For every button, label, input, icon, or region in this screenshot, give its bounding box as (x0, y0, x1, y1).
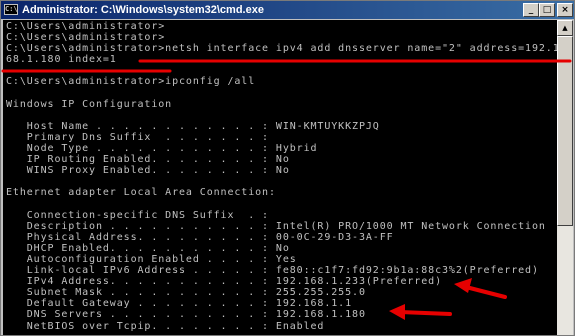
close-button[interactable]: × (557, 3, 573, 17)
console-line: Windows IP Configuration (6, 98, 173, 110)
console-line-ipv4-address: IPv4 Address. . . . . . . . . . . : 192.… (6, 276, 442, 288)
console-line: C:\Users\administrator> (6, 21, 166, 32)
console-line: WINS Proxy Enabled. . . . . . . . : No (6, 165, 290, 177)
console-output[interactable]: C:\Users\administrator> C:\Users\administ… (3, 20, 557, 335)
console-line: NetBIOS over Tcpip. . . . . . . . : Enab… (6, 320, 325, 332)
console-line: Default Gateway . . . . . . . . . : 192.… (6, 298, 353, 310)
console-line: C:\Users\administrator> (6, 32, 166, 44)
console-line: Host Name . . . . . . . . . . . . : WIN-… (6, 120, 380, 132)
console-line: IP Routing Enabled. . . . . . . . : No (6, 154, 290, 166)
console-line: Primary Dns Suffix . . . . . . . : (6, 131, 269, 143)
console-line: DHCP Enabled. . . . . . . . . . . : No (6, 242, 290, 254)
console-line: Ethernet adapter Local Area Connection: (6, 187, 276, 199)
console-line-netsh-command-wrap: 68.1.180 index=1 (6, 54, 117, 66)
title-bar[interactable]: C:\ Administrator: C:\Windows\system32\c… (1, 1, 574, 19)
console-line: Autoconfiguration Enabled . . . . : Yes (6, 253, 297, 265)
minimize-button[interactable]: _ (523, 3, 539, 17)
console-line: Link-local IPv6 Address . . . . . : fe80… (6, 265, 539, 277)
cmd-app-icon[interactable]: C:\ (4, 4, 18, 15)
console-line: Node Type . . . . . . . . . . . . : Hybr… (6, 143, 318, 155)
console-line: Description . . . . . . . . . . . : Inte… (6, 220, 546, 232)
maximize-button[interactable]: □ (539, 3, 555, 17)
console-text: C:\Users\administrator> C:\Users\administ… (3, 20, 557, 332)
window-title: Administrator: C:\Windows\system32\cmd.e… (22, 4, 264, 16)
scroll-up-arrow-icon[interactable]: ▲ (557, 20, 573, 36)
console-line: Subnet Mask . . . . . . . . . . . : 255.… (6, 287, 366, 299)
vertical-scrollbar[interactable]: ▲ (557, 20, 573, 335)
console-line-dns-servers: DNS Servers . . . . . . . . . . . : 192.… (6, 309, 366, 321)
scrollbar-thumb[interactable] (557, 36, 573, 226)
console-line: Connection-specific DNS Suffix . : (6, 209, 269, 221)
console-line-netsh-command: C:\Users\administrator>netsh interface i… (6, 43, 557, 55)
console-line-ipconfig-command: C:\Users\administrator>ipconfig /all (6, 76, 256, 88)
console-line: Physical Address. . . . . . . . . : 00-0… (6, 231, 394, 243)
cmd-window: C:\ Administrator: C:\Windows\system32\c… (0, 0, 575, 336)
